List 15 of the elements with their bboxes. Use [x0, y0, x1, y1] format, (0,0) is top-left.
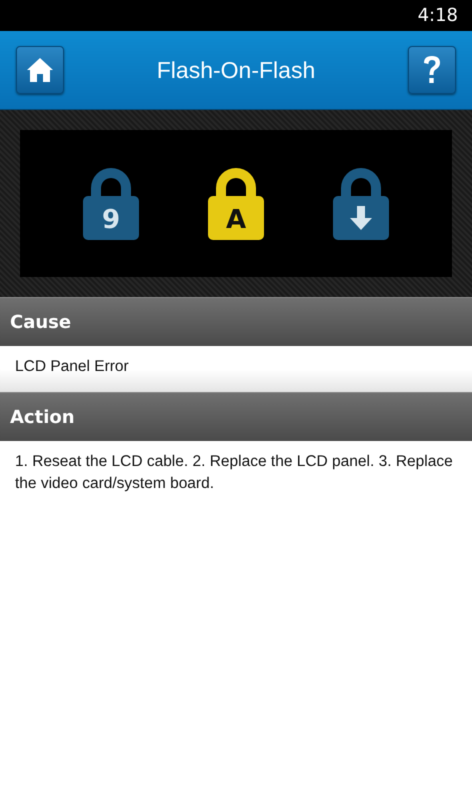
- screen-title: Flash-On-Flash: [156, 56, 316, 84]
- lock-label: A: [226, 204, 246, 234]
- clock-time: 4:18: [418, 5, 458, 26]
- down-arrow-icon: [350, 206, 372, 230]
- home-button[interactable]: [16, 46, 64, 94]
- section-title: Action: [10, 406, 75, 428]
- lock-label: 9: [102, 204, 120, 234]
- padlock-icon: [82, 168, 139, 240]
- section-text: LCD Panel Error: [15, 358, 129, 375]
- padlock-icon: [333, 168, 390, 240]
- padlock-icon: [208, 168, 264, 240]
- section-text: 1. Reseat the LCD cable. 2. Replace the LCD panel. 3. Replace the video card/system board.: [15, 453, 453, 492]
- home-icon: [25, 55, 55, 85]
- section-title: Cause: [10, 312, 72, 332]
- help-button[interactable]: [408, 46, 456, 94]
